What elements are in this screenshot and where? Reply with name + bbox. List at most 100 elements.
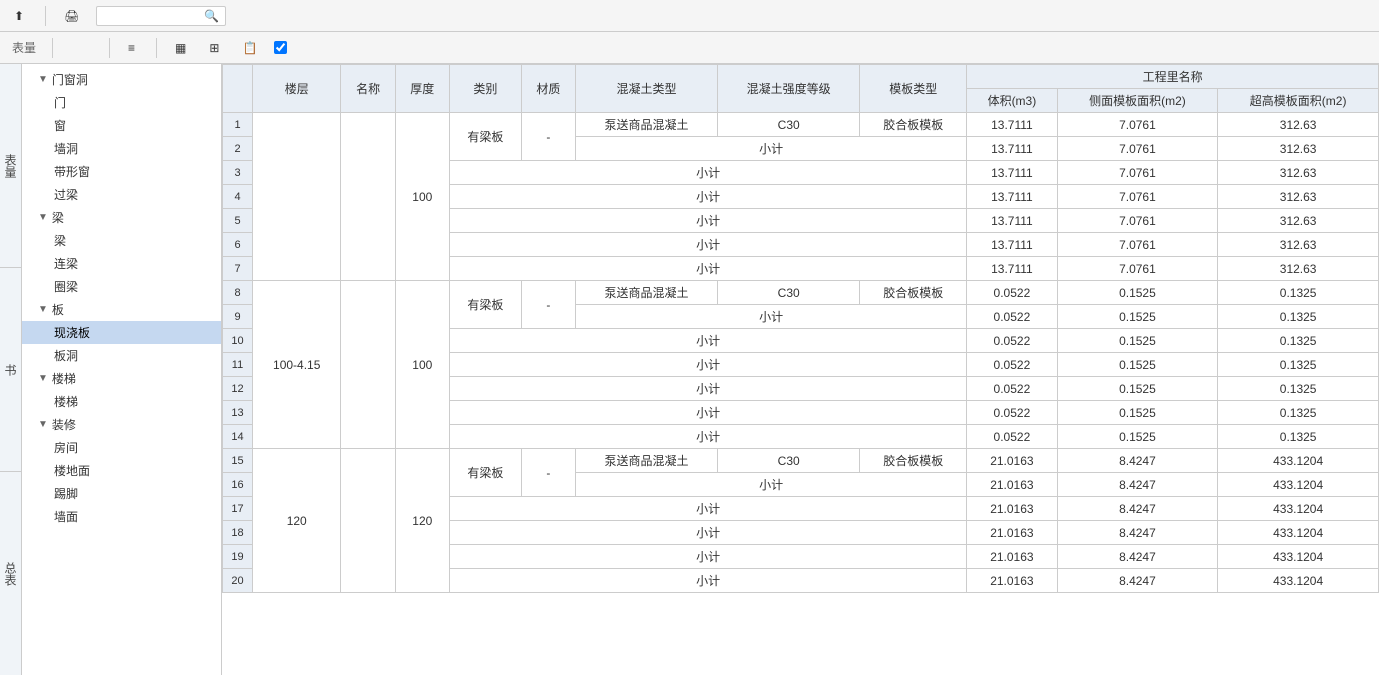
sidebar-item-ring-beam[interactable]: 圈梁: [22, 275, 221, 298]
search-icon: 🔍: [204, 9, 219, 23]
category-cell: 有梁板: [449, 449, 521, 497]
sidebar-item-lintel[interactable]: 过梁: [22, 183, 221, 206]
row-num-cell: 1: [223, 113, 253, 137]
side-cell: 7.0761: [1057, 161, 1218, 185]
label-measure: 表量: [0, 64, 21, 268]
side-cell: 8.4247: [1057, 497, 1218, 521]
volume-cell: 0.0522: [967, 329, 1057, 353]
sidebar-section-slab[interactable]: ▼ 板: [22, 298, 221, 321]
show-room-checkbox[interactable]: [274, 41, 287, 54]
concrete-grade-cell: C30: [718, 449, 860, 473]
high-cell: 312.63: [1218, 113, 1379, 137]
export-button[interactable]: ⬆: [8, 7, 33, 25]
col-volume: 体积(m3): [967, 89, 1057, 113]
high-cell: 312.63: [1218, 257, 1379, 281]
select-icon: ⊞: [209, 41, 219, 55]
volume-cell: 13.7111: [967, 185, 1057, 209]
sidebar-item-wall-surface[interactable]: 墙面: [22, 505, 221, 528]
sidebar-item-tie-beam[interactable]: 连梁: [22, 252, 221, 275]
high-cell: 0.1325: [1218, 353, 1379, 377]
sidebar-section-slab-label: 板: [52, 301, 64, 318]
name-cell: [341, 449, 395, 593]
sidebar-item-beam[interactable]: 梁: [22, 229, 221, 252]
print-icon: 🖨: [64, 9, 79, 23]
row-num-cell: 17: [223, 497, 253, 521]
set-category-button[interactable]: ▦: [169, 39, 195, 57]
sidebar-item-room[interactable]: 房间: [22, 436, 221, 459]
col-name: 名称: [341, 65, 395, 113]
formwork-cell: 胶合板模板: [860, 281, 967, 305]
row-num-cell: 4: [223, 185, 253, 209]
subtotal-label-cell: 小计: [575, 137, 966, 161]
high-cell: 433.1204: [1218, 449, 1379, 473]
high-cell: 0.1325: [1218, 425, 1379, 449]
content-area[interactable]: 楼层 名称 厚度 类别 材质 混凝土类型 混凝土强度等级 模板类型 工程里名称 …: [222, 64, 1379, 675]
high-cell: 0.1325: [1218, 401, 1379, 425]
search-input[interactable]: [103, 9, 204, 23]
sidebar-section-decoration[interactable]: ▼ 装修: [22, 413, 221, 436]
select-engineering-button[interactable]: ⊞: [203, 39, 228, 57]
volume-cell: 0.0522: [967, 305, 1057, 329]
col-rownum: [223, 65, 253, 113]
side-cell: 7.0761: [1057, 209, 1218, 233]
category-cell: 有梁板: [449, 113, 521, 161]
high-cell: 433.1204: [1218, 545, 1379, 569]
volume-cell: 21.0163: [967, 449, 1057, 473]
set-batch-button[interactable]: 📋: [236, 39, 266, 57]
sidebar-item-stair[interactable]: 楼梯: [22, 390, 221, 413]
top-bar: ⬆ 🖨 🔍: [0, 0, 1379, 32]
side-cell: 7.0761: [1057, 137, 1218, 161]
sidebar-item-floor[interactable]: 楼地面: [22, 459, 221, 482]
volume-cell: 21.0163: [967, 521, 1057, 545]
floor-cell: 100-4.15: [253, 281, 341, 449]
volume-cell: 0.0522: [967, 401, 1057, 425]
sidebar-section-stair-label: 楼梯: [52, 370, 76, 387]
row-num-cell: 6: [223, 233, 253, 257]
sidebar-section-stair[interactable]: ▼ 楼梯: [22, 367, 221, 390]
sidebar-item-cast-slab[interactable]: 现浇板: [22, 321, 221, 344]
row-num-cell: 19: [223, 545, 253, 569]
volume-cell: 13.7111: [967, 113, 1057, 137]
toolbar: 表量 ≡ ▦ ⊞ 📋: [0, 32, 1379, 64]
volume-cell: 13.7111: [967, 233, 1057, 257]
sidebar-item-slab-hole[interactable]: 板洞: [22, 344, 221, 367]
volume-cell: 0.0522: [967, 353, 1057, 377]
collapse-all-button[interactable]: [85, 46, 97, 50]
row-num-cell: 3: [223, 161, 253, 185]
sidebar-section-door-window[interactable]: ▼ 门窗洞: [22, 68, 221, 91]
show-room-checkbox-label[interactable]: [274, 41, 290, 54]
high-cell: 312.63: [1218, 137, 1379, 161]
list-engineering-button[interactable]: ≡: [122, 39, 144, 57]
row-num-cell: 12: [223, 377, 253, 401]
floor-cell: [253, 113, 341, 281]
volume-cell: 21.0163: [967, 545, 1057, 569]
sidebar-item-wall-hole[interactable]: 墙洞: [22, 137, 221, 160]
volume-cell: 13.7111: [967, 161, 1057, 185]
category-icon: ▦: [175, 41, 186, 55]
sidebar-item-skirting[interactable]: 踢脚: [22, 482, 221, 505]
side-cell: 7.0761: [1057, 257, 1218, 281]
expand-all-button[interactable]: [65, 46, 77, 50]
label-book: 书: [0, 268, 21, 472]
name-cell: [341, 281, 395, 449]
sidebar-item-door[interactable]: 门: [22, 91, 221, 114]
measure-label: 表量: [8, 39, 40, 56]
sidebar-item-window[interactable]: 窗: [22, 114, 221, 137]
subtotal-label-cell: 小计: [449, 353, 966, 377]
sidebar-section-beam[interactable]: ▼ 梁: [22, 206, 221, 229]
feature-add-button[interactable]: [234, 14, 246, 18]
subtotal-label-cell: 小计: [449, 377, 966, 401]
subtotal-label-cell: 小计: [449, 257, 966, 281]
volume-cell: 0.0522: [967, 281, 1057, 305]
col-high-formwork: 超高模板面积(m2): [1218, 89, 1379, 113]
sidebar-item-strip-window[interactable]: 带形窗: [22, 160, 221, 183]
print-preview-button[interactable]: 🖨: [58, 7, 88, 25]
formwork-cell: 胶合板模板: [860, 449, 967, 473]
material-cell: -: [521, 449, 575, 497]
thickness-cell: 100: [395, 113, 449, 281]
search-box: 🔍: [96, 6, 226, 26]
row-num-cell: 20: [223, 569, 253, 593]
side-cell: 0.1525: [1057, 353, 1218, 377]
side-cell: 7.0761: [1057, 233, 1218, 257]
name-cell: [341, 113, 395, 281]
